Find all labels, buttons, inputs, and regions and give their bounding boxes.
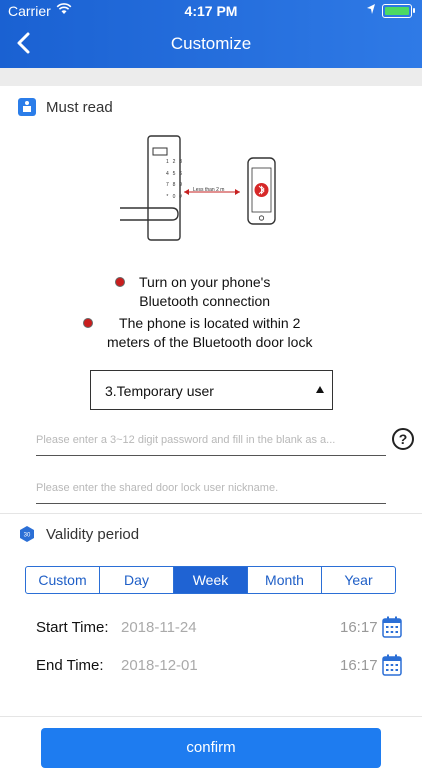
section-divider [0,716,422,717]
bullet-distance: The phone is located within 2 meters of … [83,314,312,352]
tab-custom[interactable]: Custom [26,567,100,593]
keypad-key: * [166,193,169,200]
tab-year[interactable]: Year [322,567,395,593]
keypad-key: 4 [165,170,169,177]
must-read-heading: Must read [18,98,113,116]
keypad-key: 9 [179,182,183,188]
start-time-row[interactable]: Start Time: 2018-11-24 16:17 [36,616,406,640]
bullet-text-line2: Bluetooth connection [139,293,271,309]
bullet-text-line1: Turn on your phone's [139,274,271,290]
tab-month[interactable]: Month [248,567,322,593]
location-arrow-icon [367,4,375,14]
bullet-dot-icon [115,277,125,287]
keypad-key: 2 [172,159,176,165]
end-time-label: End Time: [36,657,104,674]
confirm-button[interactable]: confirm [41,728,381,768]
calendar-icon[interactable] [382,654,402,676]
header-bar: Carrier 4:17 PM Customize [0,0,422,68]
calendar-30-icon: 30 [20,526,34,542]
calendar-icon[interactable] [382,616,402,638]
end-time-value[interactable]: 16:17 [340,657,378,674]
keypad-key: 5 [172,170,176,177]
page-title: Customize [170,34,252,53]
svg-text:30: 30 [24,533,31,539]
validity-heading: 30 Validity period [18,525,139,543]
header-spacer [0,68,422,86]
keypad-key: 3 [179,159,183,165]
lock-keypad: 1 2 3 4 5 6 7 8 9 * 0 # [164,158,184,203]
tab-week[interactable]: Week [174,567,248,593]
nickname-input[interactable]: Please enter the shared door lock user n… [36,476,386,504]
must-read-title: Must read [46,98,113,116]
dropdown-arrow-icon [316,386,324,393]
nickname-placeholder: Please enter the shared door lock user n… [36,482,279,494]
start-time-label: Start Time: [36,619,109,636]
status-time: 4:17 PM [184,3,238,19]
start-date-value[interactable]: 2018-11-24 [121,619,197,636]
keypad-key: 7 [165,182,169,188]
battery-icon [382,4,415,18]
status-bar: Carrier 4:17 PM [0,0,422,22]
user-type-select[interactable]: 3.Temporary user [90,370,333,410]
help-icon[interactable]: ? [392,428,414,450]
bullet-text-line2: meters of the Bluetooth door lock [107,334,313,350]
bullet-dot-icon [83,318,93,328]
start-time-value[interactable]: 16:17 [340,619,378,636]
validity-tabs: Custom Day Week Month Year [25,566,396,594]
end-time-row[interactable]: End Time: 2018-12-01 16:17 [36,654,406,678]
user-type-value: 3.Temporary user [105,383,214,399]
end-date-value[interactable]: 2018-12-01 [121,657,198,674]
keypad-key: 1 [165,159,169,165]
keypad-key: 0 [172,193,176,200]
bullet-text-line1: The phone is located within 2 [119,315,301,331]
tab-day[interactable]: Day [100,567,174,593]
distance-label: Less than 2 m [193,187,225,193]
keypad-key: 6 [179,170,183,177]
keypad-key: 8 [172,182,176,188]
section-divider [0,513,422,514]
keypad-key: # [179,193,183,200]
bullet-bluetooth: Turn on your phone's Bluetooth connectio… [115,273,270,311]
password-placeholder: Please enter a 3~12 digit password and f… [36,434,336,446]
validity-title: Validity period [46,525,140,543]
password-input[interactable]: Please enter a 3~12 digit password and f… [36,428,386,456]
info-book-icon [18,98,36,116]
